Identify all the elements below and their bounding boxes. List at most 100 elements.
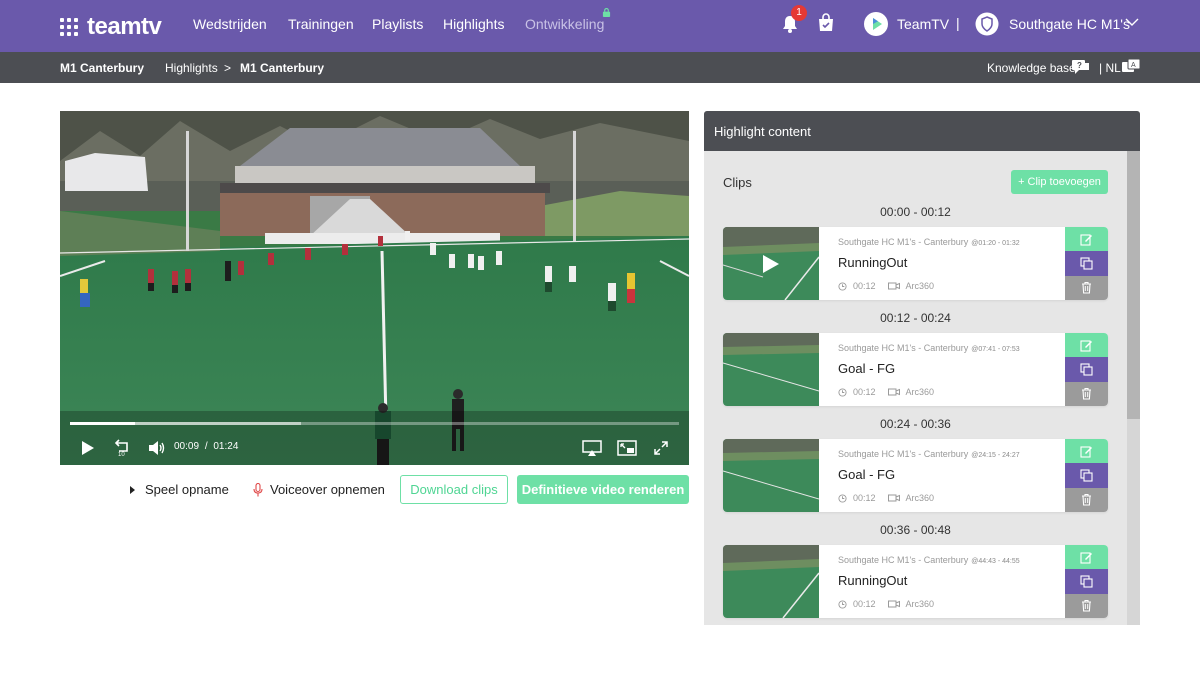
clock-icon bbox=[838, 387, 847, 397]
svg-text:A: A bbox=[1131, 62, 1136, 69]
clips-heading: Clips bbox=[723, 175, 752, 190]
clip-actions bbox=[1065, 439, 1108, 512]
clip-source: Southgate HC M1's - Canterbury @24:15 - 2… bbox=[838, 449, 1020, 459]
apps-grid-icon[interactable] bbox=[60, 18, 78, 36]
clip-thumbnail[interactable] bbox=[723, 545, 819, 618]
clip-footer: 00:12 Arc360 bbox=[838, 599, 934, 609]
airplay-icon[interactable] bbox=[582, 440, 602, 456]
play-icon[interactable] bbox=[81, 440, 95, 456]
nav-item-ontwikkeling[interactable]: Ontwikkeling bbox=[525, 16, 604, 32]
nav-item-trainingen[interactable]: Trainingen bbox=[288, 16, 354, 32]
play-overlay-icon[interactable] bbox=[763, 255, 779, 273]
total-duration: 01:24 bbox=[213, 441, 239, 452]
clip-source-name: Southgate HC M1's - Canterbury bbox=[838, 449, 969, 459]
edit-clip-button[interactable] bbox=[1065, 227, 1108, 252]
video-player[interactable]: 10 00:09 / 01:24 bbox=[60, 111, 689, 465]
notification-badge: 1 bbox=[791, 5, 807, 21]
clip-card[interactable]: Southgate HC M1's - Canterbury @44:43 - 4… bbox=[723, 545, 1108, 618]
clip-time-range: 00:00 - 00:12 bbox=[880, 205, 951, 219]
clip-source-time: @24:15 - 24:27 bbox=[971, 452, 1020, 459]
lock-icon bbox=[602, 8, 611, 17]
breadcrumb-highlights[interactable]: Highlights bbox=[165, 61, 218, 75]
logo[interactable]: teamtv bbox=[60, 13, 162, 41]
rewind-10-icon[interactable]: 10 bbox=[113, 439, 131, 457]
nav-item-highlights[interactable]: Highlights bbox=[443, 16, 504, 32]
clip-footer: 00:12 Arc360 bbox=[838, 281, 934, 291]
knowledge-base-link[interactable]: Knowledge base bbox=[987, 61, 1076, 75]
help-chat-icon[interactable]: ? bbox=[1072, 59, 1089, 75]
team-shield-icon[interactable] bbox=[975, 11, 999, 37]
edit-clip-button[interactable] bbox=[1065, 439, 1108, 464]
camera-icon bbox=[887, 494, 900, 502]
clip-source: Southgate HC M1's - Canterbury @44:43 - 4… bbox=[838, 555, 1020, 565]
video-progress-bar[interactable] bbox=[70, 422, 679, 425]
shopping-bag-icon[interactable] bbox=[816, 13, 836, 33]
clip-footer: 00:12 Arc360 bbox=[838, 387, 934, 397]
copy-clip-button[interactable] bbox=[1065, 357, 1108, 382]
language-selector[interactable]: | NL bbox=[1099, 61, 1121, 75]
clip-source-time: @07:41 - 07:53 bbox=[971, 346, 1020, 353]
clip-card[interactable]: Southgate HC M1's - Canterbury @01:20 - 0… bbox=[723, 227, 1108, 300]
clip-actions bbox=[1065, 545, 1108, 618]
delete-clip-button[interactable] bbox=[1065, 487, 1108, 512]
copy-clip-button[interactable] bbox=[1065, 251, 1108, 276]
clip-card[interactable]: Southgate HC M1's - Canterbury @24:15 - 2… bbox=[723, 439, 1108, 512]
copy-icon bbox=[1080, 363, 1093, 376]
clock-icon bbox=[838, 281, 847, 291]
trash-icon bbox=[1082, 600, 1091, 612]
clip-thumbnail[interactable] bbox=[723, 439, 819, 512]
chevron-down-icon[interactable] bbox=[1124, 16, 1140, 28]
logo-text: teamtv bbox=[87, 13, 162, 40]
clip-source-name: Southgate HC M1's - Canterbury bbox=[838, 555, 969, 565]
caret-right-icon bbox=[130, 485, 135, 494]
render-video-button[interactable]: Definitieve video renderen bbox=[517, 475, 689, 504]
play-recording-button[interactable]: Speel opname bbox=[130, 482, 229, 497]
team-selector[interactable]: Southgate HC M1's bbox=[1009, 16, 1130, 32]
video-frame bbox=[60, 111, 689, 465]
nav-item-playlists[interactable]: Playlists bbox=[372, 16, 423, 32]
video-progress-fill bbox=[70, 422, 136, 425]
panel-scrollbar[interactable] bbox=[1127, 151, 1140, 625]
fullscreen-icon[interactable] bbox=[653, 440, 669, 456]
copy-icon bbox=[1080, 469, 1093, 482]
edit-icon bbox=[1080, 552, 1092, 564]
clock-icon bbox=[838, 599, 847, 609]
trash-icon bbox=[1082, 494, 1091, 506]
nav-separator: | bbox=[956, 15, 960, 31]
download-clips-button[interactable]: Download clips bbox=[400, 475, 508, 504]
voiceover-button[interactable]: Voiceover opnemen bbox=[253, 482, 385, 497]
edit-icon bbox=[1080, 446, 1092, 458]
clip-time-range: 00:36 - 00:48 bbox=[880, 523, 951, 537]
clip-duration: 00:12 bbox=[853, 493, 876, 503]
clip-thumbnail[interactable] bbox=[723, 333, 819, 406]
user-name[interactable]: TeamTV bbox=[897, 16, 949, 32]
highlight-panel: Highlight content Clips + Clip toevoegen… bbox=[704, 111, 1140, 625]
clip-title: RunningOut bbox=[838, 573, 908, 588]
scrollbar-thumb[interactable] bbox=[1127, 151, 1140, 419]
language-icon[interactable]: A bbox=[1122, 59, 1140, 75]
teamtv-avatar[interactable] bbox=[864, 12, 888, 36]
copy-clip-button[interactable] bbox=[1065, 569, 1108, 594]
breadcrumb: M1 Canterbury Highlights > M1 Canterbury… bbox=[0, 52, 1200, 83]
clip-source: Southgate HC M1's - Canterbury @07:41 - 0… bbox=[838, 343, 1020, 353]
clip-camera: Arc360 bbox=[905, 387, 935, 397]
breadcrumb-separator: > bbox=[224, 61, 232, 75]
edit-clip-button[interactable] bbox=[1065, 333, 1108, 358]
nav-item-wedstrijden[interactable]: Wedstrijden bbox=[193, 16, 267, 32]
delete-clip-button[interactable] bbox=[1065, 275, 1108, 300]
clip-time-range: 00:24 - 00:36 bbox=[880, 417, 951, 431]
edit-clip-button[interactable] bbox=[1065, 545, 1108, 570]
delete-clip-button[interactable] bbox=[1065, 381, 1108, 406]
delete-clip-button[interactable] bbox=[1065, 593, 1108, 618]
clip-source-time: @01:20 - 01:32 bbox=[971, 240, 1020, 247]
clip-source-name: Southgate HC M1's - Canterbury bbox=[838, 237, 969, 247]
clip-card[interactable]: Southgate HC M1's - Canterbury @07:41 - 0… bbox=[723, 333, 1108, 406]
context-title[interactable]: M1 Canterbury bbox=[60, 61, 144, 75]
edit-icon bbox=[1080, 234, 1092, 246]
clip-time-range: 00:12 - 00:24 bbox=[880, 311, 951, 325]
play-recording-label: Speel opname bbox=[145, 482, 229, 497]
add-clip-button[interactable]: + Clip toevoegen bbox=[1011, 170, 1108, 194]
picture-in-picture-icon[interactable] bbox=[617, 440, 637, 456]
volume-icon[interactable] bbox=[148, 440, 166, 456]
copy-clip-button[interactable] bbox=[1065, 463, 1108, 488]
